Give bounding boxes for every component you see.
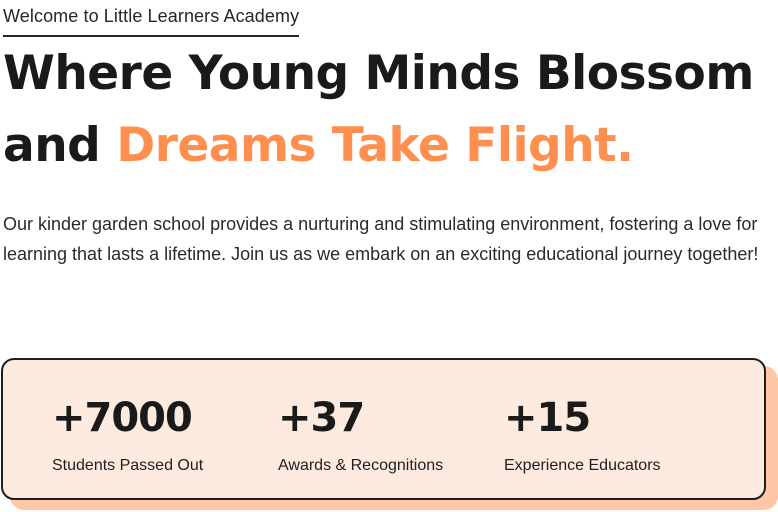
stat-educators-value: +15 xyxy=(504,395,591,441)
stat-students-label: Students Passed Out xyxy=(52,457,204,474)
stats-card: +7000 Students Passed Out +37 Awards & R… xyxy=(1,358,766,500)
hero-headline-line-2: and Dreams Take Flight. xyxy=(3,110,754,182)
stat-awards: +37 Awards & Recognitions xyxy=(278,394,443,476)
hero-headline-accent: Dreams Take Flight. xyxy=(116,118,634,173)
hero-description: Our kinder garden school provides a nurt… xyxy=(3,214,759,264)
stat-awards-value: +37 xyxy=(278,395,365,441)
hero-headline-line-1: Where Young Minds Blossom xyxy=(3,46,754,101)
hero-eyebrow: Welcome to Little Learners Academy xyxy=(3,6,300,37)
stat-educators-label: Experience Educators xyxy=(504,457,661,474)
stat-awards-label: Awards & Recognitions xyxy=(278,457,444,474)
stat-students-value: +7000 xyxy=(52,395,193,441)
hero-headline-prefix: and xyxy=(3,118,117,173)
stat-students: +7000 Students Passed Out xyxy=(52,394,203,476)
hero-headline: Where Young Minds Blossom and Dreams Tak… xyxy=(3,38,754,182)
stat-educators: +15 Experience Educators xyxy=(504,394,661,476)
